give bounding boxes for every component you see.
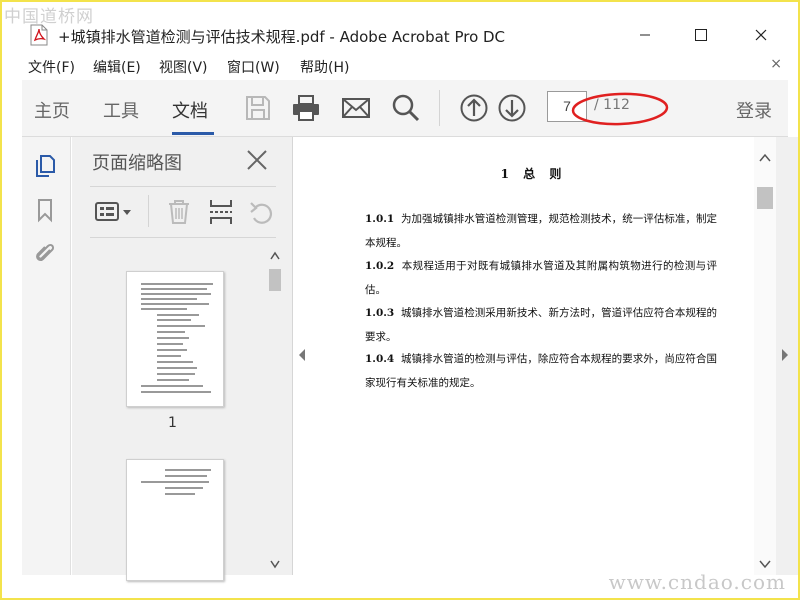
clause-text: 城镇排水管道检测采用新技术、新方法时，管道评估应符合本规程的要求。 — [365, 307, 717, 343]
document-paragraph: 1.0.3 城镇排水管道检测采用新技术、新方法时，管道评估应符合本规程的要求。 — [365, 301, 717, 349]
right-panel-gutter — [776, 137, 798, 575]
tab-home[interactable]: 主页 — [34, 97, 70, 123]
title-bar: +城镇排水管道检测与评估技术规程.pdf - Adobe Acrobat Pro… — [2, 20, 798, 52]
minimize-button[interactable] — [622, 20, 668, 50]
options-menu-icon[interactable] — [94, 198, 134, 226]
page-thumbnail-1[interactable] — [126, 271, 224, 407]
document-view[interactable]: 1 总 则 1.0.1 为加强城镇排水管道检测管理，规范检测技术，统一评估标准，… — [310, 137, 752, 575]
thumbnail-page-label: 1 — [168, 415, 177, 431]
navigation-rail — [22, 137, 71, 575]
main-toolbar: 主页 工具 文档 / 112 登录 — [22, 80, 788, 137]
active-tab-indicator — [172, 132, 214, 135]
menu-help[interactable]: 帮助(H) — [300, 57, 349, 77]
close-document-button[interactable]: × — [770, 56, 782, 72]
close-icon — [755, 29, 767, 41]
mail-icon[interactable] — [340, 92, 372, 124]
maximize-icon — [695, 29, 707, 41]
page-down-icon[interactable] — [496, 92, 528, 124]
rotate-icon[interactable] — [248, 198, 274, 226]
thumbnail-panel: 页面缩略图 1 — [72, 137, 293, 581]
panel-divider — [90, 186, 276, 187]
menu-window[interactable]: 窗口(W) — [227, 57, 280, 77]
thumbnail-content — [141, 283, 213, 393]
clause-text: 为加强城镇排水管道检测管理，规范检测技术，统一评估标准，制定本规程。 — [365, 213, 717, 249]
maximize-button[interactable] — [678, 20, 724, 50]
close-panel-button[interactable] — [246, 149, 268, 171]
tab-document[interactable]: 文档 — [172, 97, 208, 123]
thumbnail-content — [141, 469, 211, 495]
panel-title: 页面缩略图 — [92, 153, 182, 174]
insert-page-icon[interactable] — [208, 198, 234, 226]
watermark-top: 中国道桥网 — [4, 7, 94, 27]
clause-number: 1.0.1 — [365, 213, 395, 225]
pdf-file-icon — [30, 24, 48, 46]
document-paragraph: 1.0.1 为加强城镇排水管道检测管理，规范检测技术，统一评估标准，制定本规程。 — [365, 207, 717, 255]
print-icon[interactable] — [290, 92, 322, 124]
expand-right-panel-arrow[interactable] — [780, 348, 790, 362]
login-button[interactable]: 登录 — [736, 97, 772, 123]
delete-icon[interactable] — [166, 198, 192, 226]
clause-number: 1.0.3 — [365, 307, 395, 319]
menu-file[interactable]: 文件(F) — [28, 57, 75, 77]
page-up-icon[interactable] — [458, 92, 490, 124]
minimize-icon — [640, 34, 650, 36]
save-icon[interactable] — [242, 92, 274, 124]
menu-edit[interactable]: 编辑(E) — [93, 57, 141, 77]
document-paragraph: 1.0.4 城镇排水管道的检测与评估，除应符合本规程的要求外，尚应符合国家现行有… — [365, 347, 717, 395]
close-window-button[interactable] — [738, 20, 784, 50]
page-thumbnails-icon[interactable] — [32, 153, 58, 179]
highlight-annotation — [571, 92, 669, 126]
tab-tools[interactable]: 工具 — [103, 97, 139, 123]
menu-bar: 文件(F) 编辑(E) 视图(V) 窗口(W) 帮助(H) × — [2, 54, 798, 78]
document-heading: 1 总 则 — [500, 167, 562, 181]
clause-number: 1.0.2 — [365, 260, 395, 272]
document-paragraph: 1.0.2 本规程适用于对既有城镇排水管道及其附属构筑物进行的检测与评估。 — [365, 254, 717, 302]
panel-divider — [90, 237, 276, 238]
document-scrollbar[interactable] — [754, 137, 776, 575]
page-thumbnail-2[interactable] — [126, 459, 224, 581]
clause-number: 1.0.4 — [365, 353, 395, 365]
clause-text: 本规程适用于对既有城镇排水管道及其附属构筑物进行的检测与评估。 — [365, 260, 717, 296]
collapse-panel-arrow[interactable] — [297, 348, 307, 362]
attachment-icon[interactable] — [32, 241, 58, 267]
toolbar-separator — [439, 90, 440, 126]
window-title: +城镇排水管道检测与评估技术规程.pdf - Adobe Acrobat Pro… — [58, 28, 506, 46]
search-icon[interactable] — [390, 92, 422, 124]
watermark-bottom: www.cndao.com — [608, 570, 786, 594]
bookmark-icon[interactable] — [32, 197, 58, 223]
panel-separator — [148, 195, 149, 227]
thumbnail-scrollbar[interactable] — [268, 247, 282, 573]
clause-text: 城镇排水管道的检测与评估，除应符合本规程的要求外，尚应符合国家现行有关标准的规定… — [365, 353, 717, 389]
menu-view[interactable]: 视图(V) — [159, 57, 208, 77]
